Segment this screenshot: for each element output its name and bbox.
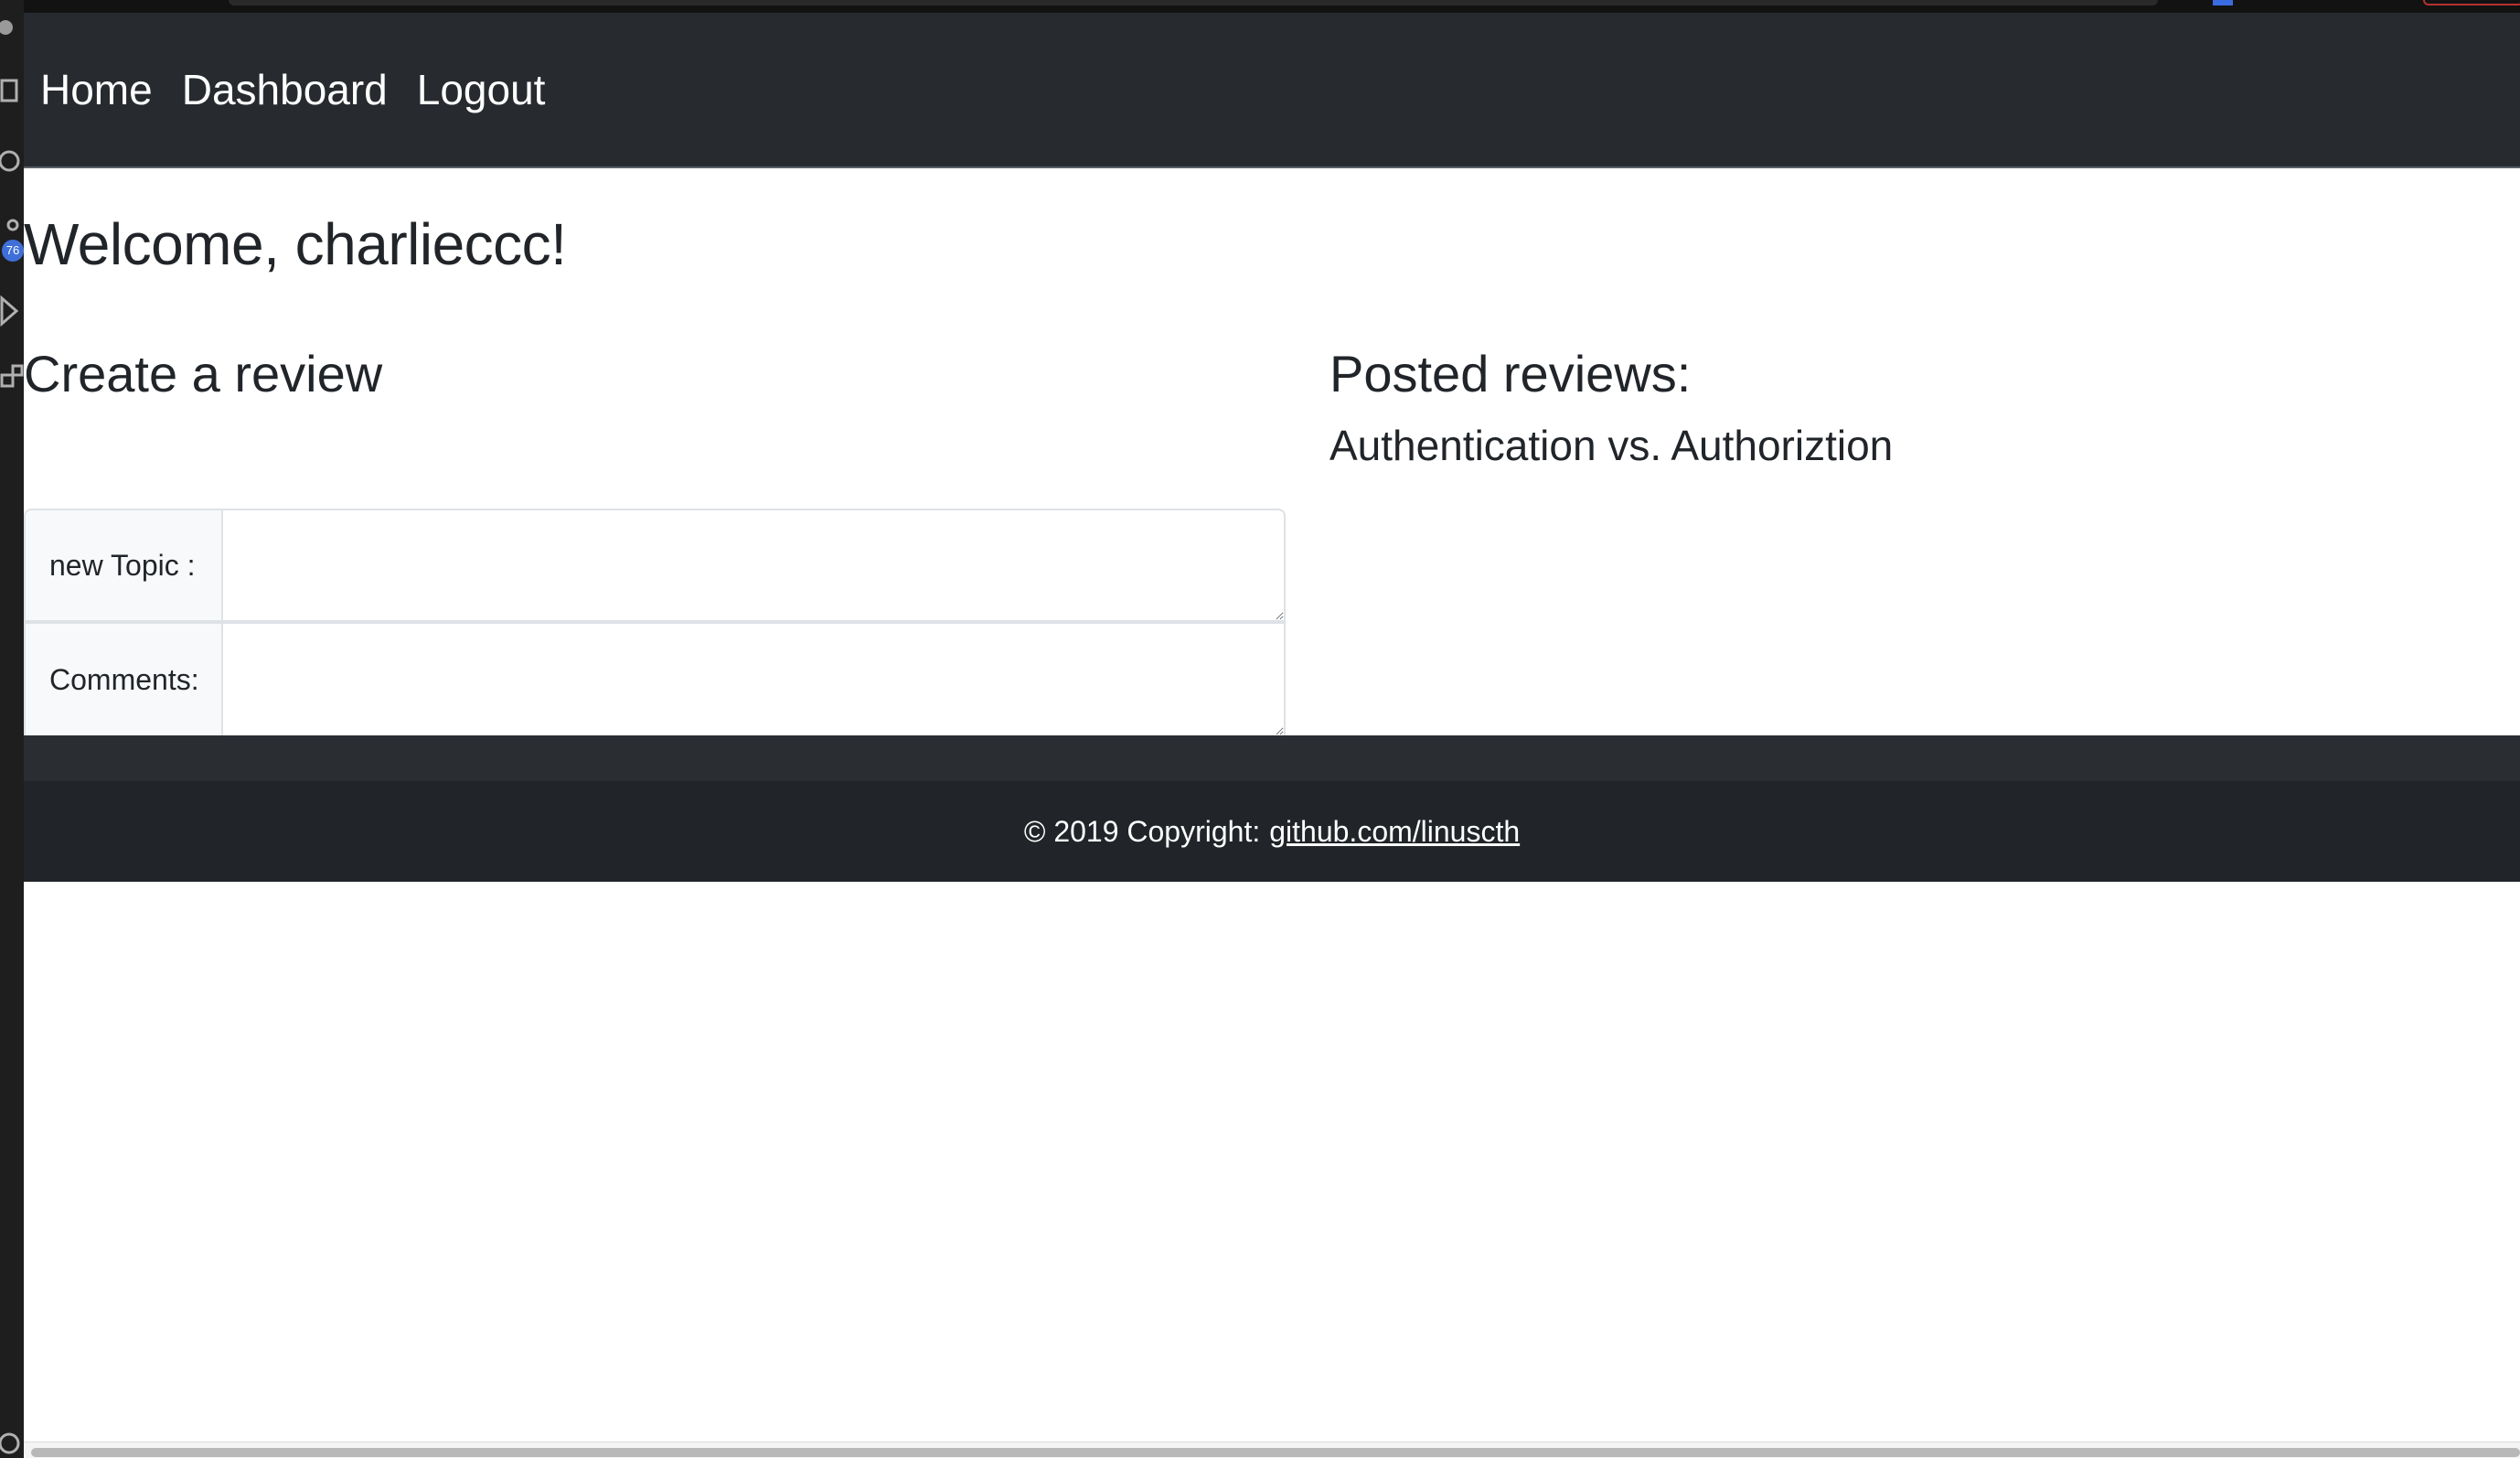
scrollbar-thumb[interactable] — [31, 1448, 2520, 1457]
extensions-icon[interactable] — [0, 362, 24, 399]
horizontal-scrollbar[interactable] — [24, 1442, 2520, 1458]
footer-upper-band — [24, 735, 2520, 781]
footer-github-link[interactable]: github.com/linuscth — [1269, 815, 1520, 849]
comments-input-group: Comments: — [24, 622, 1286, 735]
topic-label: new Topic : — [24, 509, 221, 622]
posted-reviews-heading: Posted reviews: — [1329, 345, 1692, 402]
browser-page: 76 Home Dashboard Logout Welcome, charli… — [0, 0, 2520, 1458]
editor-activity-bar: 76 — [0, 0, 24, 1458]
create-review-heading: Create a review — [24, 345, 383, 402]
search-icon[interactable] — [0, 145, 24, 181]
footer: © 2019 Copyright: github.com/linuscth — [24, 781, 2520, 882]
posted-review-item[interactable]: Authentication vs. Authoriztion — [1329, 421, 1893, 470]
navbar: Home Dashboard Logout — [24, 13, 2520, 168]
source-control-badge: 76 — [2, 240, 24, 262]
comments-textarea[interactable] — [221, 622, 1286, 735]
extension-icon[interactable] — [2213, 0, 2233, 5]
footer-copyright-text: © 2019 Copyright: — [1023, 814, 1261, 848]
profile-button[interactable] — [2423, 0, 2520, 5]
welcome-heading: Welcome, charlieccc! — [24, 211, 567, 277]
nav-logout-link[interactable]: Logout — [417, 65, 546, 114]
nav-dashboard-link[interactable]: Dashboard — [182, 65, 388, 114]
browser-chrome-sliver — [0, 0, 2520, 13]
circle-icon[interactable] — [0, 9, 24, 46]
nav-home-link[interactable]: Home — [40, 65, 153, 114]
run-debug-icon[interactable] — [0, 293, 24, 329]
comments-label: Comments: — [24, 622, 221, 735]
files-icon[interactable] — [0, 73, 24, 110]
address-bar[interactable] — [229, 0, 2158, 5]
topic-input-group: new Topic : — [24, 509, 1286, 622]
topic-textarea[interactable] — [221, 509, 1286, 622]
account-icon[interactable] — [0, 1423, 24, 1458]
main-content: Welcome, charlieccc! Create a review new… — [24, 168, 2520, 735]
